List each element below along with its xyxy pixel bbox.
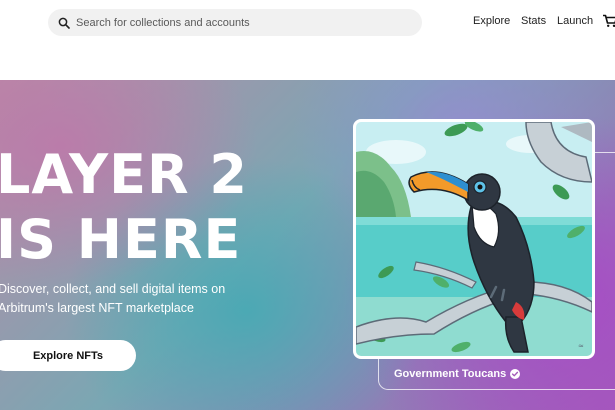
page: Explore Stats Launch LAYER 2 IS HERE Dis…: [0, 0, 615, 410]
hero-headline-line2: IS HERE: [0, 208, 242, 271]
search-icon: [58, 17, 70, 29]
explore-nfts-button[interactable]: Explore NFTs: [0, 340, 136, 371]
search-input[interactable]: [76, 16, 406, 29]
top-nav: Explore Stats Launch: [0, 0, 615, 80]
nav-launch-link[interactable]: Launch: [557, 15, 593, 27]
verified-icon: [510, 369, 521, 379]
hero-headline-line1: LAYER 2: [0, 143, 248, 206]
nav-explore-link[interactable]: Explore: [473, 15, 510, 27]
featured-caption[interactable]: Government Toucans: [394, 368, 521, 380]
search-bar[interactable]: [48, 9, 422, 36]
featured-collection-name[interactable]: Government Toucans: [394, 368, 506, 380]
hero-subtitle: Discover, collect, and sell digital item…: [0, 282, 226, 315]
cart-icon[interactable]: [603, 14, 615, 28]
nav-stats-link[interactable]: Stats: [521, 15, 546, 27]
hero-banner: LAYER 2 IS HERE Discover, collect, and s…: [0, 80, 615, 410]
svg-text:≈: ≈: [578, 342, 584, 350]
featured-nft-image[interactable]: ≈: [353, 119, 595, 359]
